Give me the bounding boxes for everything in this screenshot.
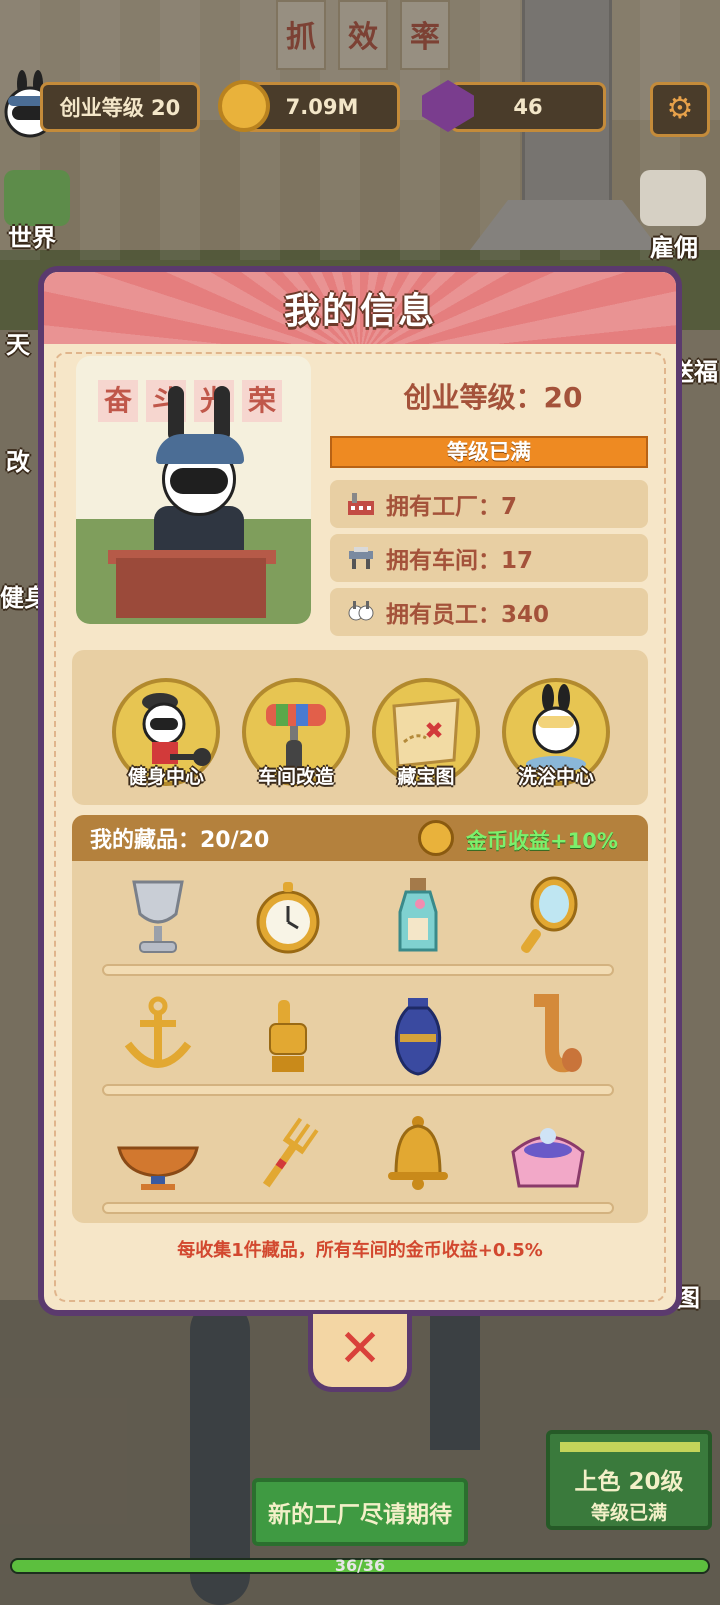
desk	[116, 558, 266, 618]
close-icon: ✕	[338, 1319, 382, 1379]
rabbit-visor	[170, 468, 228, 494]
slogan-char: 荣	[242, 380, 282, 422]
collection-footer-note: 每收集1件藏品，所有车间的金币收益+0.5%	[177, 1240, 543, 1261]
workshop-icon	[346, 545, 376, 571]
stat-label: 拥有员工：340	[386, 602, 550, 628]
golden-hand-icon[interactable]	[242, 991, 334, 1081]
fork-icon[interactable]	[242, 1109, 334, 1199]
world-button-label[interactable]: 世界	[8, 218, 56, 253]
bowl-icon[interactable]	[112, 1109, 204, 1199]
staff-icon	[346, 599, 376, 625]
stat-staff: 拥有员工：340	[330, 588, 648, 636]
side-button-label-partial[interactable]: 天	[6, 325, 30, 360]
workshop-level-status: 等级已满	[590, 1502, 667, 1524]
workshop-name-level: 上色 20级	[574, 1469, 684, 1495]
jewelry-box-icon[interactable]	[502, 1109, 594, 1199]
dialog-header: 我的信息	[44, 272, 676, 344]
factory-icon	[346, 491, 376, 517]
collection-title: 我的藏品：20/20	[90, 828, 270, 853]
bell-icon[interactable]	[372, 1109, 464, 1199]
saxophone-icon[interactable]	[502, 991, 594, 1081]
close-dialog-button[interactable]: ✕	[308, 1314, 412, 1392]
factory-progress-text: 36/36	[334, 1556, 386, 1575]
business-level-display[interactable]: 创业等级 20	[40, 82, 200, 132]
portrait-slogan: 奋 斗 光 荣	[98, 380, 282, 422]
gem-amount: 46	[513, 95, 543, 119]
stat-workshops: 拥有车间：17	[330, 534, 648, 582]
workshop-progress-bar	[560, 1442, 700, 1452]
player-portrait: 奋 斗 光 荣	[76, 356, 311, 624]
collection-shelf	[102, 964, 614, 976]
treasure-map-label[interactable]: 藏宝图	[366, 762, 486, 789]
hire-button-label[interactable]: 雇佣	[650, 228, 698, 263]
bath-center-label[interactable]: 洗浴中心	[496, 762, 616, 789]
shortcut-panel: 健身中心 车间改造 藏宝图 洗浴中心	[72, 650, 648, 805]
coin-icon	[418, 820, 454, 856]
collection-shelf	[102, 1084, 614, 1096]
stat-factories: 拥有工厂：7	[330, 480, 648, 528]
level-status-bar: 等级已满	[330, 436, 648, 468]
business-level-label: 创业等级 20	[59, 96, 181, 120]
collection-panel: 我的藏品：20/20 金币收益+10%	[72, 815, 648, 1223]
gear-icon: ⚙	[666, 91, 694, 126]
vase-icon[interactable]	[372, 991, 464, 1081]
rabbit-cap	[156, 434, 244, 464]
gym-label[interactable]: 健身中心	[106, 762, 226, 789]
workshop-status-panel[interactable]: 上色 20级 等级已满	[546, 1430, 712, 1530]
collection-bonus: 金币收益+10%	[466, 829, 618, 853]
player-info-dialog: 我的信息 奋 斗 光 荣 创业等级：20 等级已满 拥有工厂：7 拥有车间：17	[38, 266, 682, 1316]
dialog-title: 我的信息	[283, 291, 436, 332]
hand-mirror-icon[interactable]	[502, 871, 594, 961]
silver-trophy-icon[interactable]	[112, 871, 204, 961]
business-level-text: 创业等级：20	[403, 381, 583, 414]
coin-amount: 7.09M	[285, 95, 359, 119]
coin-icon	[218, 80, 270, 132]
settings-button[interactable]: ⚙	[650, 82, 710, 137]
new-factory-button[interactable]: 新的工厂尽请期待	[252, 1478, 468, 1546]
message-bottle-icon[interactable]	[372, 871, 464, 961]
stat-label: 拥有工厂：7	[386, 494, 518, 520]
slogan-char: 奋	[98, 380, 138, 422]
side-button-label-partial[interactable]: 改	[6, 442, 30, 477]
workshop-renovate-label[interactable]: 车间改造	[236, 762, 356, 789]
anchor-icon[interactable]	[112, 991, 204, 1081]
new-factory-label: 新的工厂尽请期待	[268, 1502, 452, 1528]
collection-shelf	[102, 1202, 614, 1214]
hire-icon[interactable]	[640, 170, 706, 226]
collection-header: 我的藏品：20/20 金币收益+10%	[72, 815, 648, 861]
stat-label: 拥有车间：17	[386, 548, 534, 574]
pocket-watch-icon[interactable]	[242, 871, 334, 961]
